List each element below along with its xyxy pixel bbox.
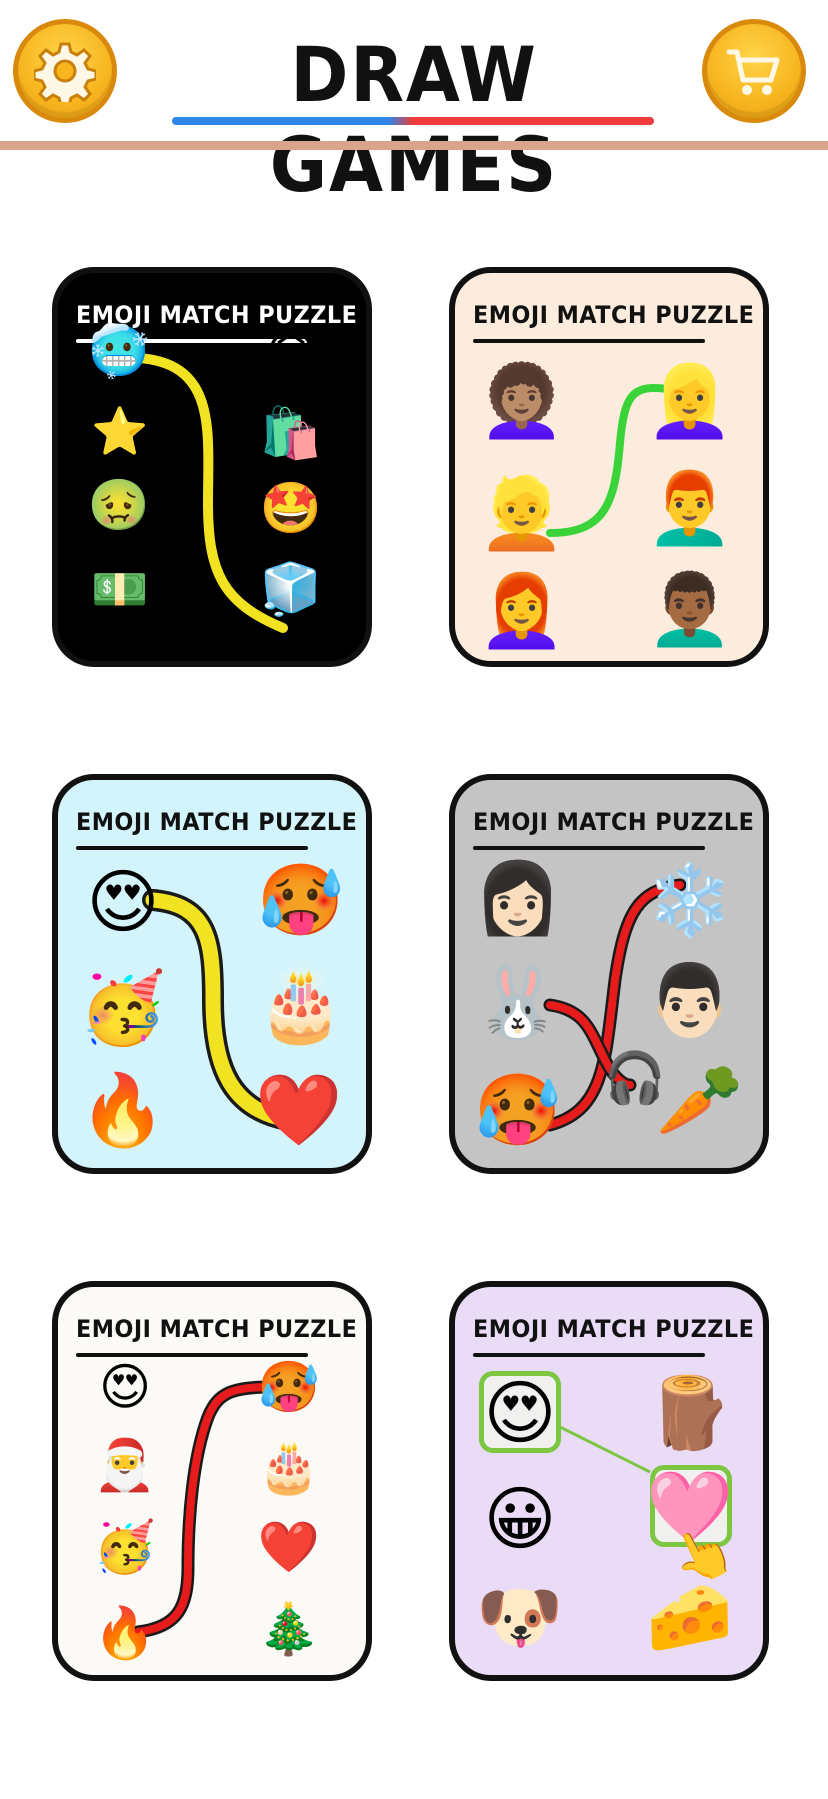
emoji-nauseated-face[interactable]: 🤢 — [84, 475, 154, 535]
emoji-red-haired-man[interactable]: 👨‍🦰 — [645, 468, 735, 548]
game-card-3[interactable]: EMOJI MATCH PUZZLE 😍 🥳 🔥 🥵 🎂 ❤️ — [52, 774, 372, 1174]
cart-icon — [726, 49, 780, 95]
emoji-cheese[interactable]: 🧀 — [645, 1577, 735, 1657]
emoji-dog-face[interactable]: 🐶 — [475, 1577, 565, 1657]
game-card-6[interactable]: EMOJI MATCH PUZZLE 😍 😀 🐶 🪵 🩷 👆 🧀 — [449, 1281, 769, 1681]
emoji-blond-woman[interactable]: 👱‍♀️ — [645, 361, 735, 441]
emoji-birthday-cake[interactable]: 🎂 — [256, 965, 346, 1045]
emoji-woman-curly-hair[interactable]: 👩🏽‍🦱 — [477, 361, 567, 441]
emoji-snowflake[interactable]: ❄️ — [645, 860, 735, 940]
header-divider — [0, 141, 828, 150]
emoji-heart-eyes[interactable]: 😍 — [78, 862, 168, 942]
emoji-party-face[interactable]: 🥳 — [78, 968, 168, 1048]
emoji-christmas-tree[interactable]: 🎄 — [254, 1599, 324, 1659]
emoji-heart-eyes[interactable]: 😍 — [475, 1373, 565, 1453]
gear-icon — [34, 42, 96, 102]
emoji-wood-log[interactable]: 🪵 — [645, 1373, 735, 1453]
emoji-hot-face[interactable]: 🥵 — [256, 860, 346, 940]
emoji-woman[interactable]: 👩🏻 — [473, 858, 563, 938]
emoji-party-face[interactable]: 🥳 — [90, 1517, 160, 1577]
emoji-red-heart[interactable]: ❤️ — [254, 1070, 344, 1150]
emoji-rabbit[interactable]: 🐰 — [473, 962, 563, 1042]
emoji-hot-face[interactable]: 🥵 — [254, 1357, 324, 1417]
emoji-freezing-face[interactable]: 🥶 — [84, 321, 154, 381]
emoji-star-struck[interactable]: 🤩 — [256, 478, 326, 538]
game-card-4[interactable]: EMOJI MATCH PUZZLE 👩🏻 🐰 🥵 ❄️ 👨🏻 🎧 🥕 — [449, 774, 769, 1174]
emoji-carrot[interactable]: 🥕 — [655, 1060, 745, 1140]
emoji-hot-face[interactable]: 🥵 — [473, 1070, 563, 1150]
emoji-red-haired-woman[interactable]: 👩‍🦰 — [477, 571, 567, 651]
app-header: DRAW GAMES — [0, 0, 828, 209]
emoji-santa[interactable]: 🎅 — [90, 1435, 160, 1495]
game-card-5[interactable]: EMOJI MATCH PUZZLE 😍 🎅 🥳 🔥 🥵 🎂 ❤️ 🎄 — [52, 1281, 372, 1681]
emoji-mask-face[interactable]: 😷 — [256, 323, 326, 383]
emoji-money[interactable]: 💵 — [88, 561, 152, 617]
emoji-birthday-cake[interactable]: 🎂 — [254, 1437, 324, 1497]
emoji-fire[interactable]: 🔥 — [78, 1070, 168, 1150]
emoji-man[interactable]: 👨🏻 — [645, 960, 735, 1040]
emoji-heart-eyes[interactable]: 😍 — [90, 1357, 160, 1417]
emoji-red-heart[interactable]: ❤️ — [254, 1517, 324, 1577]
emoji-shopping-bags[interactable]: 🛍️ — [256, 403, 326, 463]
game-card-1[interactable]: EMOJI MATCH PUZZLE 🥶 ⭐ 🤢 💵 😷 🛍️ 🤩 🧊 — [52, 267, 372, 667]
settings-button[interactable] — [13, 19, 117, 123]
emoji-star[interactable]: ⭐ — [88, 403, 152, 459]
emoji-fire[interactable]: 🔥 — [90, 1603, 160, 1663]
title-underline — [172, 117, 654, 125]
emoji-blond-man[interactable]: 👱 — [477, 473, 567, 553]
shop-button[interactable] — [702, 19, 806, 123]
emoji-ice-cube[interactable]: 🧊 — [256, 559, 326, 619]
emoji-man-curly-hair[interactable]: 👨🏾‍🦱 — [645, 569, 735, 649]
game-card-2[interactable]: EMOJI MATCH PUZZLE 👩🏽‍🦱 👱 👩‍🦰 👱‍♀️ 👨‍🦰 👨… — [449, 267, 769, 667]
emoji-grinning-face[interactable]: 😀 — [475, 1479, 565, 1559]
